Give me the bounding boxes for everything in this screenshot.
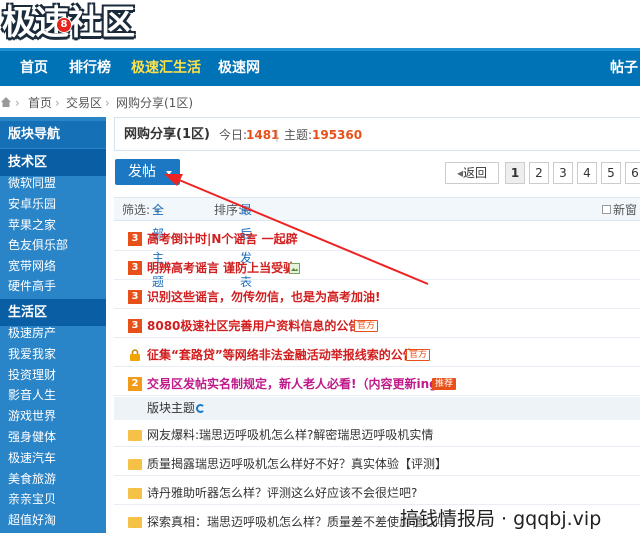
sidebar-group-tech[interactable]: 技术区 <box>0 149 106 176</box>
sidebar-item[interactable]: 极速房产 <box>8 323 56 343</box>
topics-label: 主题: <box>284 128 313 142</box>
sidebar-item[interactable]: 硬件高手 <box>8 276 56 296</box>
sidebar-group-life[interactable]: 生活区 <box>0 299 106 326</box>
section-header: 版块主题 <box>114 397 640 420</box>
sidebar-item[interactable]: 微软同盟 <box>8 173 56 193</box>
new-window-label: 新窗 <box>613 203 638 217</box>
page-5[interactable]: 5 <box>601 162 621 184</box>
thread-row[interactable]: 网友爆料:瑞思迈呼吸机怎么样?解密瑞思迈呼吸机实情 <box>114 423 640 447</box>
filter-label: 筛选: <box>122 203 151 217</box>
thread-row[interactable]: 质量揭露瑞思迈呼吸机怎么样好不好？真实体验【评测】 <box>114 452 640 476</box>
thread-title[interactable]: 网友爆料:瑞思迈呼吸机怎么样?解密瑞思迈呼吸机实情 <box>147 423 433 447</box>
thread-row[interactable]: 诗丹雅助听器怎么样？评测这么好应该不会很烂吧? <box>114 481 640 505</box>
official-tag: 官方 <box>406 349 431 361</box>
page-4[interactable]: 4 <box>577 162 597 184</box>
pin-level-icon: 3 <box>128 232 142 246</box>
breadcrumb-sep: › <box>15 96 20 110</box>
pin-level-icon: 2 <box>128 377 142 391</box>
sort-select[interactable]: 最后发表 <box>240 198 252 289</box>
sidebar-item[interactable]: 色友俱乐部 <box>8 235 68 255</box>
logo-badge: 8 <box>56 17 72 33</box>
thread-title[interactable]: 高考倒计时|N个谣言 一起辟 <box>147 227 298 251</box>
page-3[interactable]: 3 <box>553 162 573 184</box>
sidebar-title: 版块导航 <box>0 121 106 148</box>
thread-title[interactable]: 交易区发帖实名制规定，新人老人必看!（内容更新ing） <box>147 372 450 396</box>
lock-icon <box>130 349 140 361</box>
main-nav: 首页 排行榜 极速汇生活 极速网 帖子 <box>0 48 640 86</box>
sidebar-item[interactable]: 安卓乐园 <box>8 194 56 214</box>
sidebar-item[interactable]: 强身健体 <box>8 427 56 447</box>
sidebar-item[interactable]: 我爱我家 <box>8 344 56 364</box>
thread-title[interactable]: 征集“套路贷”等网络非法金融活动举报线索的公告 <box>147 343 415 367</box>
sidebar-item[interactable]: 亲亲宝贝 <box>8 489 56 509</box>
breadcrumb-trade[interactable]: 交易区 <box>66 92 102 114</box>
nav-jisu[interactable]: 极速网 <box>218 51 260 86</box>
breadcrumb-sep: › <box>105 96 110 110</box>
sidebar-item[interactable]: 投资理财 <box>8 365 56 385</box>
thread-title[interactable]: 8080极速社区完善用户资料信息的公告! <box>147 314 366 338</box>
post-button-label: 发帖 <box>128 164 156 180</box>
watermark: 搞钱情报局 · gqqbj.vip <box>400 508 602 530</box>
today-label: 今日: <box>219 128 248 142</box>
sidebar-item[interactable]: 美食旅游 <box>8 469 56 489</box>
official-tag: 官方 <box>354 320 379 332</box>
pin-level-icon: 3 <box>128 319 142 333</box>
sidebar: 版块导航 技术区 微软同盟 安卓乐园 苹果之家 色友俱乐部 宽带网络 硬件高手 … <box>0 117 106 533</box>
sticky-thread[interactable]: 3 高考倒计时|N个谣言 一起辟 <box>114 227 640 251</box>
forum-main: 网购分享(1区) 今日: 1481 | 主题: 195360 发帖 ◂返回 1 … <box>114 117 640 533</box>
folder-icon <box>128 430 142 441</box>
sort-label: 排序: <box>214 203 243 217</box>
breadcrumb: › 首页 › 交易区 › 网购分享(1区) <box>0 92 640 114</box>
folder-icon <box>128 488 142 499</box>
chevron-down-icon <box>166 171 172 175</box>
sticky-thread[interactable]: 3 明辨高考谣言 谨防上当受骗 <box>114 256 640 280</box>
sticky-thread[interactable]: 2 交易区发帖实名制规定，新人老人必看!（内容更新ing） 推荐 <box>114 372 640 396</box>
sticky-thread[interactable]: 3 识别这些谣言，勿传勿信，也是为高考加油! <box>114 285 640 309</box>
sidebar-item[interactable]: 影音人生 <box>8 385 56 405</box>
header: 极速社区 8 <box>0 0 640 48</box>
forum-name: 网购分享(1区) <box>124 127 210 142</box>
thread-title[interactable]: 明辨高考谣言 谨防上当受骗 <box>147 256 295 280</box>
sticky-thread[interactable]: 3 8080极速社区完善用户资料信息的公告! 官方 <box>114 314 640 338</box>
nav-life[interactable]: 极速汇生活 <box>131 51 201 86</box>
thread-title[interactable]: 质量揭露瑞思迈呼吸机怎么样好不好？真实体验【评测】 <box>147 452 447 476</box>
image-attachment-icon <box>289 263 300 274</box>
pin-level-icon: 3 <box>128 290 142 304</box>
page-2[interactable]: 2 <box>529 162 549 184</box>
post-button[interactable]: 发帖 <box>115 159 180 185</box>
sidebar-item[interactable]: 游戏世界 <box>8 406 56 426</box>
page-1[interactable]: 1 <box>505 162 525 184</box>
topics-count: 195360 <box>312 128 363 142</box>
sidebar-item[interactable]: 苹果之家 <box>8 215 56 235</box>
breadcrumb-home[interactable]: 首页 <box>28 92 52 114</box>
breadcrumb-sep: › <box>55 96 60 110</box>
forum-header: 网购分享(1区) 今日: 1481 | 主题: 195360 <box>114 117 640 151</box>
sidebar-item[interactable]: 超值好淘 <box>8 510 56 530</box>
nav-ranking[interactable]: 排行榜 <box>69 51 111 86</box>
new-window-checkbox[interactable] <box>602 205 611 214</box>
thread-title[interactable]: 识别这些谣言，勿传勿信，也是为高考加油! <box>147 285 380 309</box>
sticky-thread[interactable]: 征集“套路贷”等网络非法金融活动举报线索的公告 官方 <box>114 343 640 367</box>
back-label: 返回 <box>463 166 488 180</box>
page-6[interactable]: 6 <box>625 162 640 184</box>
breadcrumb-current[interactable]: 网购分享(1区) <box>116 92 193 114</box>
nav-posts[interactable]: 帖子 <box>610 51 638 86</box>
home-icon[interactable] <box>0 96 12 108</box>
section-title: 版块主题 <box>147 401 196 415</box>
filter-all[interactable]: 全部主题 <box>152 198 164 289</box>
filter-bar: 筛选: 全部主题 排序: 最后发表 新窗 <box>114 197 640 289</box>
sidebar-item[interactable]: 宽带网络 <box>8 256 56 276</box>
sidebar-item[interactable]: 极速汽车 <box>8 448 56 468</box>
recommend-tag: 推荐 <box>432 378 457 390</box>
folder-icon <box>128 517 142 528</box>
stat-divider: | <box>275 128 280 142</box>
pin-level-icon: 3 <box>128 261 142 275</box>
thread-title[interactable]: 诗丹雅助听器怎么样？评测这么好应该不会很烂吧? <box>147 481 417 505</box>
folder-icon <box>128 459 142 470</box>
back-button[interactable]: ◂返回 <box>445 162 499 184</box>
nav-home[interactable]: 首页 <box>20 51 48 86</box>
refresh-icon[interactable] <box>196 404 205 413</box>
